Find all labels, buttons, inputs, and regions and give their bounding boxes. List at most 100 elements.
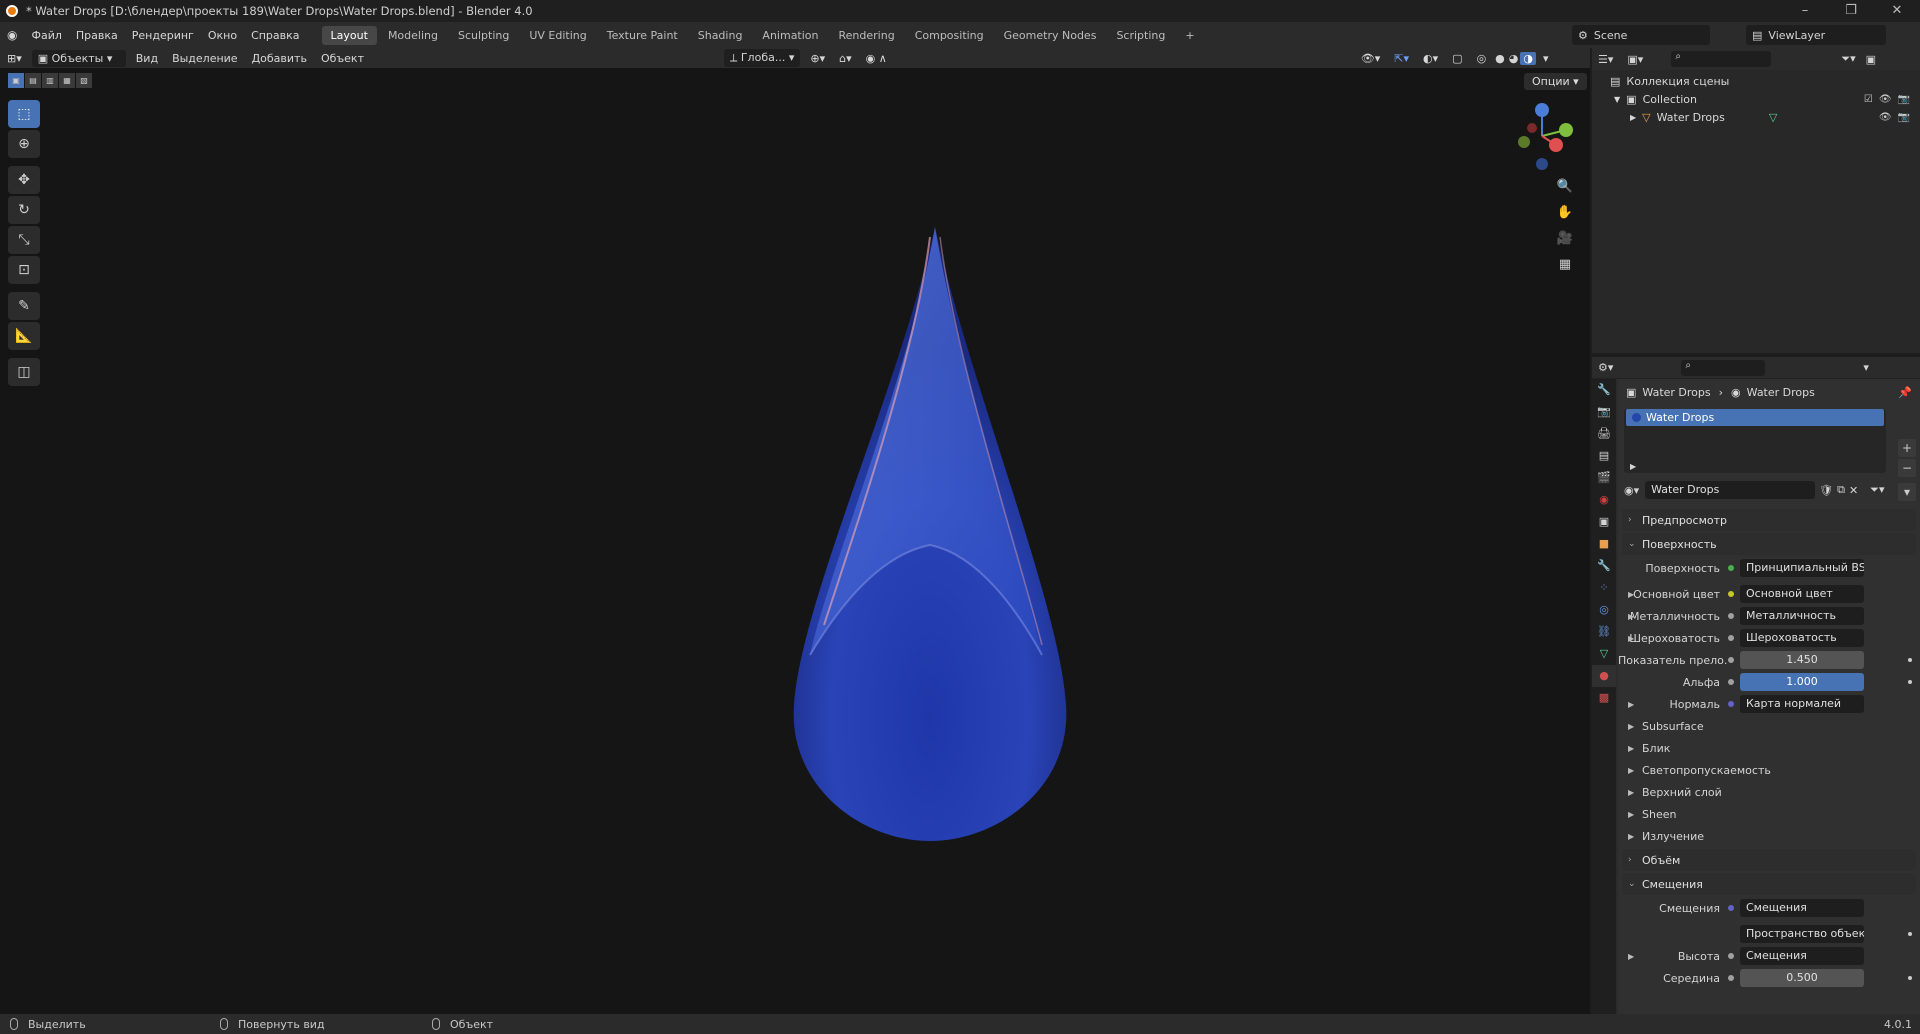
mesh-data-icon[interactable]: ▽ <box>1769 111 1777 124</box>
tab-layout[interactable]: Layout <box>321 25 377 45</box>
emission-section[interactable]: ▶ Излучение <box>1618 825 1920 847</box>
alpha-field[interactable]: 1.000 <box>1740 673 1864 691</box>
transform-tool-icon[interactable]: ⊡ <box>8 256 40 284</box>
orientation-dropdown[interactable]: ⟂ Глоба... ▾ <box>724 49 801 67</box>
world-tab-icon[interactable]: ◉ <box>1592 489 1616 511</box>
shading-options-icon[interactable]: ▾ <box>1536 52 1556 65</box>
properties-search-field[interactable]: ⌕ <box>1681 359 1766 376</box>
tool-tab-icon[interactable]: 🔧 <box>1592 379 1616 401</box>
fake-user-icon[interactable]: 🛡 <box>1819 484 1833 497</box>
tab-shading[interactable]: Shading <box>689 26 752 45</box>
outliner-object-row[interactable]: ▶ ▽ Water Drops ▽ 👁 📷 <box>1592 108 1920 126</box>
midlevel-field[interactable]: 0.500 <box>1740 969 1864 987</box>
menu-select[interactable]: Выделение <box>165 52 245 65</box>
constraints-tab-icon[interactable]: ⛓ <box>1592 621 1616 643</box>
expand-arrow-icon[interactable]: ▶ <box>1628 952 1634 961</box>
output-tab-icon[interactable]: 🖨 <box>1592 423 1616 445</box>
cursor-tool-icon[interactable]: ⊕ <box>8 130 40 158</box>
tab-compositing[interactable]: Compositing <box>906 26 993 45</box>
material-slot-item[interactable]: Water Drops <box>1626 409 1884 426</box>
annotate-tool-icon[interactable]: ✎ <box>8 292 40 320</box>
render-camera-icon[interactable]: 📷 <box>1898 112 1910 123</box>
navigation-gizmo[interactable] <box>1506 100 1578 172</box>
tab-animation[interactable]: Animation <box>753 26 827 45</box>
outliner-editor-icon[interactable]: ☰▾ <box>1598 53 1613 66</box>
coat-section[interactable]: ▶ Верхний слой <box>1618 781 1920 803</box>
tab-texture-paint[interactable]: Texture Paint <box>598 26 687 45</box>
gizmo-toggle-icon[interactable]: ⇱▾ <box>1387 52 1416 65</box>
expand-arrow-icon[interactable]: ▶ <box>1628 700 1634 709</box>
normal-field[interactable]: Карта нормалей <box>1740 695 1864 713</box>
select-new-icon[interactable]: ▣ <box>8 73 24 88</box>
scene-tab-icon[interactable]: 🎬 <box>1592 467 1616 489</box>
exclude-checkbox-icon[interactable]: ☑ <box>1864 94 1873 105</box>
transmission-section[interactable]: ▶ Светопропускаемость <box>1618 759 1920 781</box>
scene-selector[interactable]: ⚙ Scene <box>1572 25 1710 45</box>
select-intersect-icon[interactable]: ▧ <box>76 73 92 88</box>
snap-icon[interactable]: ⌂▾ <box>832 52 859 65</box>
texture-tab-icon[interactable]: ▩ <box>1592 687 1616 709</box>
menu-window[interactable]: Окно <box>201 29 244 42</box>
displacement-panel-header[interactable]: ⌄ Смещения <box>1622 873 1916 895</box>
expand-arrow-icon[interactable]: ▼ <box>1614 95 1620 104</box>
object-tab-icon[interactable]: ■ <box>1592 533 1616 555</box>
scale-tool-icon[interactable]: ⤡ <box>8 226 40 254</box>
select-subtract-icon[interactable]: ▥ <box>42 73 58 88</box>
rotate-tool-icon[interactable]: ↻ <box>8 196 40 224</box>
ior-field[interactable]: 1.450 <box>1740 651 1864 669</box>
specular-section[interactable]: ▶ Блик <box>1618 737 1920 759</box>
keyframe-dot-icon[interactable] <box>1908 932 1912 936</box>
properties-options-icon[interactable]: ▾ <box>1863 361 1869 374</box>
close-button[interactable]: ✕ <box>1874 0 1920 22</box>
select-invert-icon[interactable]: ▦ <box>59 73 75 88</box>
menu-edit[interactable]: Правка <box>69 29 125 42</box>
duplicate-material-icon[interactable]: ⧉ <box>1837 483 1845 497</box>
new-collection-icon[interactable]: ▣ <box>1866 53 1876 66</box>
perspective-grid-icon[interactable]: ▦ <box>1554 254 1576 276</box>
unlink-material-icon[interactable]: ✕ <box>1849 484 1858 497</box>
mode-dropdown[interactable]: ▣ Объекты ▾ <box>31 49 126 67</box>
view-layer-selector[interactable]: ▤ ViewLayer <box>1746 25 1886 45</box>
render-tab-icon[interactable]: 📷 <box>1592 401 1616 423</box>
remove-slot-button[interactable]: − <box>1898 459 1916 477</box>
expand-arrow-icon[interactable]: ▶ <box>1630 113 1636 122</box>
keyframe-dot-icon[interactable] <box>1908 680 1912 684</box>
axis-z-icon[interactable] <box>1535 103 1549 117</box>
add-workspace-button[interactable]: + <box>1176 26 1203 45</box>
expand-arrow-icon[interactable]: ▶ <box>1628 590 1634 599</box>
slot-specials-button[interactable]: ▾ <box>1898 483 1916 501</box>
add-slot-button[interactable]: + <box>1898 439 1916 457</box>
surface-panel-header[interactable]: ⌄ Поверхность <box>1622 533 1916 555</box>
particles-tab-icon[interactable]: ⁘ <box>1592 577 1616 599</box>
select-extend-icon[interactable]: ▤ <box>25 73 41 88</box>
pan-hand-icon[interactable]: ✋ <box>1554 202 1576 224</box>
displacement-space-dropdown[interactable]: Пространство объекта ▾ <box>1740 925 1864 943</box>
visibility-eye-icon[interactable]: 👁 <box>1879 94 1892 105</box>
pin-icon[interactable]: 📌 <box>1898 386 1912 399</box>
move-tool-icon[interactable]: ✥ <box>8 166 40 194</box>
overlay-toggle-icon[interactable]: ◐▾ <box>1416 52 1445 65</box>
blender-menu-icon[interactable]: ◉ <box>0 28 24 42</box>
outliner-collection-row[interactable]: ▼ ▣ Collection ☑ 👁 📷 <box>1592 90 1920 108</box>
displacement-field[interactable]: Смещения <box>1740 899 1864 917</box>
menu-file[interactable]: Файл <box>24 29 68 42</box>
shading-solid-icon[interactable]: ● <box>1493 52 1507 65</box>
material-browse-icon[interactable]: ◉▾ <box>1624 484 1639 497</box>
axis-y-icon[interactable] <box>1559 123 1573 137</box>
select-box-tool-icon[interactable]: ⬚ <box>8 100 40 128</box>
display-mode-icon[interactable]: ▣▾ <box>1627 53 1643 66</box>
pivot-icon[interactable]: ⊕▾ <box>803 52 832 65</box>
material-slot-list[interactable]: Water Drops ▶ <box>1624 409 1886 473</box>
sheen-section[interactable]: ▶ Sheen <box>1618 803 1920 825</box>
surface-shader-field[interactable]: Принципиальный BSDF <box>1740 559 1864 577</box>
list-expand-icon[interactable]: ▶ <box>1630 462 1636 471</box>
tab-rendering[interactable]: Rendering <box>830 26 904 45</box>
properties-editor-icon[interactable]: ⚙▾ <box>1598 361 1613 374</box>
maximize-button[interactable]: ❐ <box>1828 0 1874 22</box>
keyframe-dot-icon[interactable] <box>1908 658 1912 662</box>
outliner-search-field[interactable]: ⌕ <box>1671 51 1772 67</box>
measure-tool-icon[interactable]: 📐 <box>8 322 40 350</box>
preview-panel-header[interactable]: › Предпросмотр <box>1622 509 1916 531</box>
base-color-field[interactable]: Основной цвет <box>1740 585 1864 603</box>
menu-add[interactable]: Добавить <box>245 52 314 65</box>
